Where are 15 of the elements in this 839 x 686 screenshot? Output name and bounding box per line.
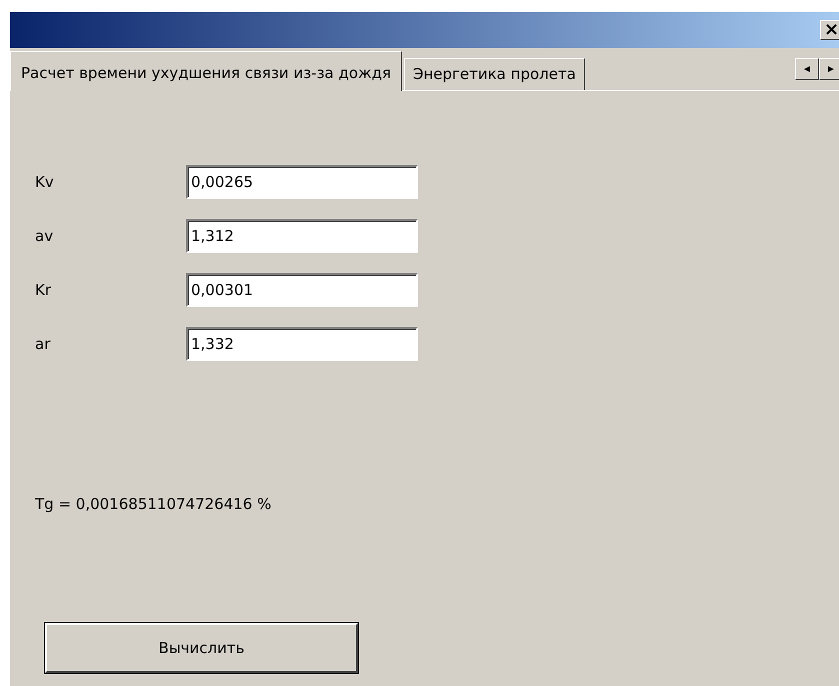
input-field[interactable]: 1,332 [186, 327, 418, 361]
tab[interactable]: Расчет времени ухудшения связи из-за дождя [10, 51, 402, 91]
input-field[interactable]: 0,00301 [186, 273, 418, 307]
input-field[interactable]: 1,312 [186, 219, 418, 253]
tab[interactable]: Энергетика пролета [404, 58, 585, 90]
field-label: av [35, 227, 54, 245]
field-label: Kv [35, 173, 55, 191]
scroll-right-button[interactable]: ► [819, 58, 839, 80]
field-label: Kr [35, 281, 52, 299]
close-button[interactable]: × [820, 20, 839, 40]
field-label: ar [35, 335, 52, 353]
scroll-left-button[interactable]: ◄ [795, 58, 819, 80]
result-text: Tg = 0,00168511074726416 % [35, 495, 272, 513]
calculate-button[interactable]: Вычислить [45, 623, 358, 673]
input-field[interactable]: 0,00265 [186, 165, 418, 199]
